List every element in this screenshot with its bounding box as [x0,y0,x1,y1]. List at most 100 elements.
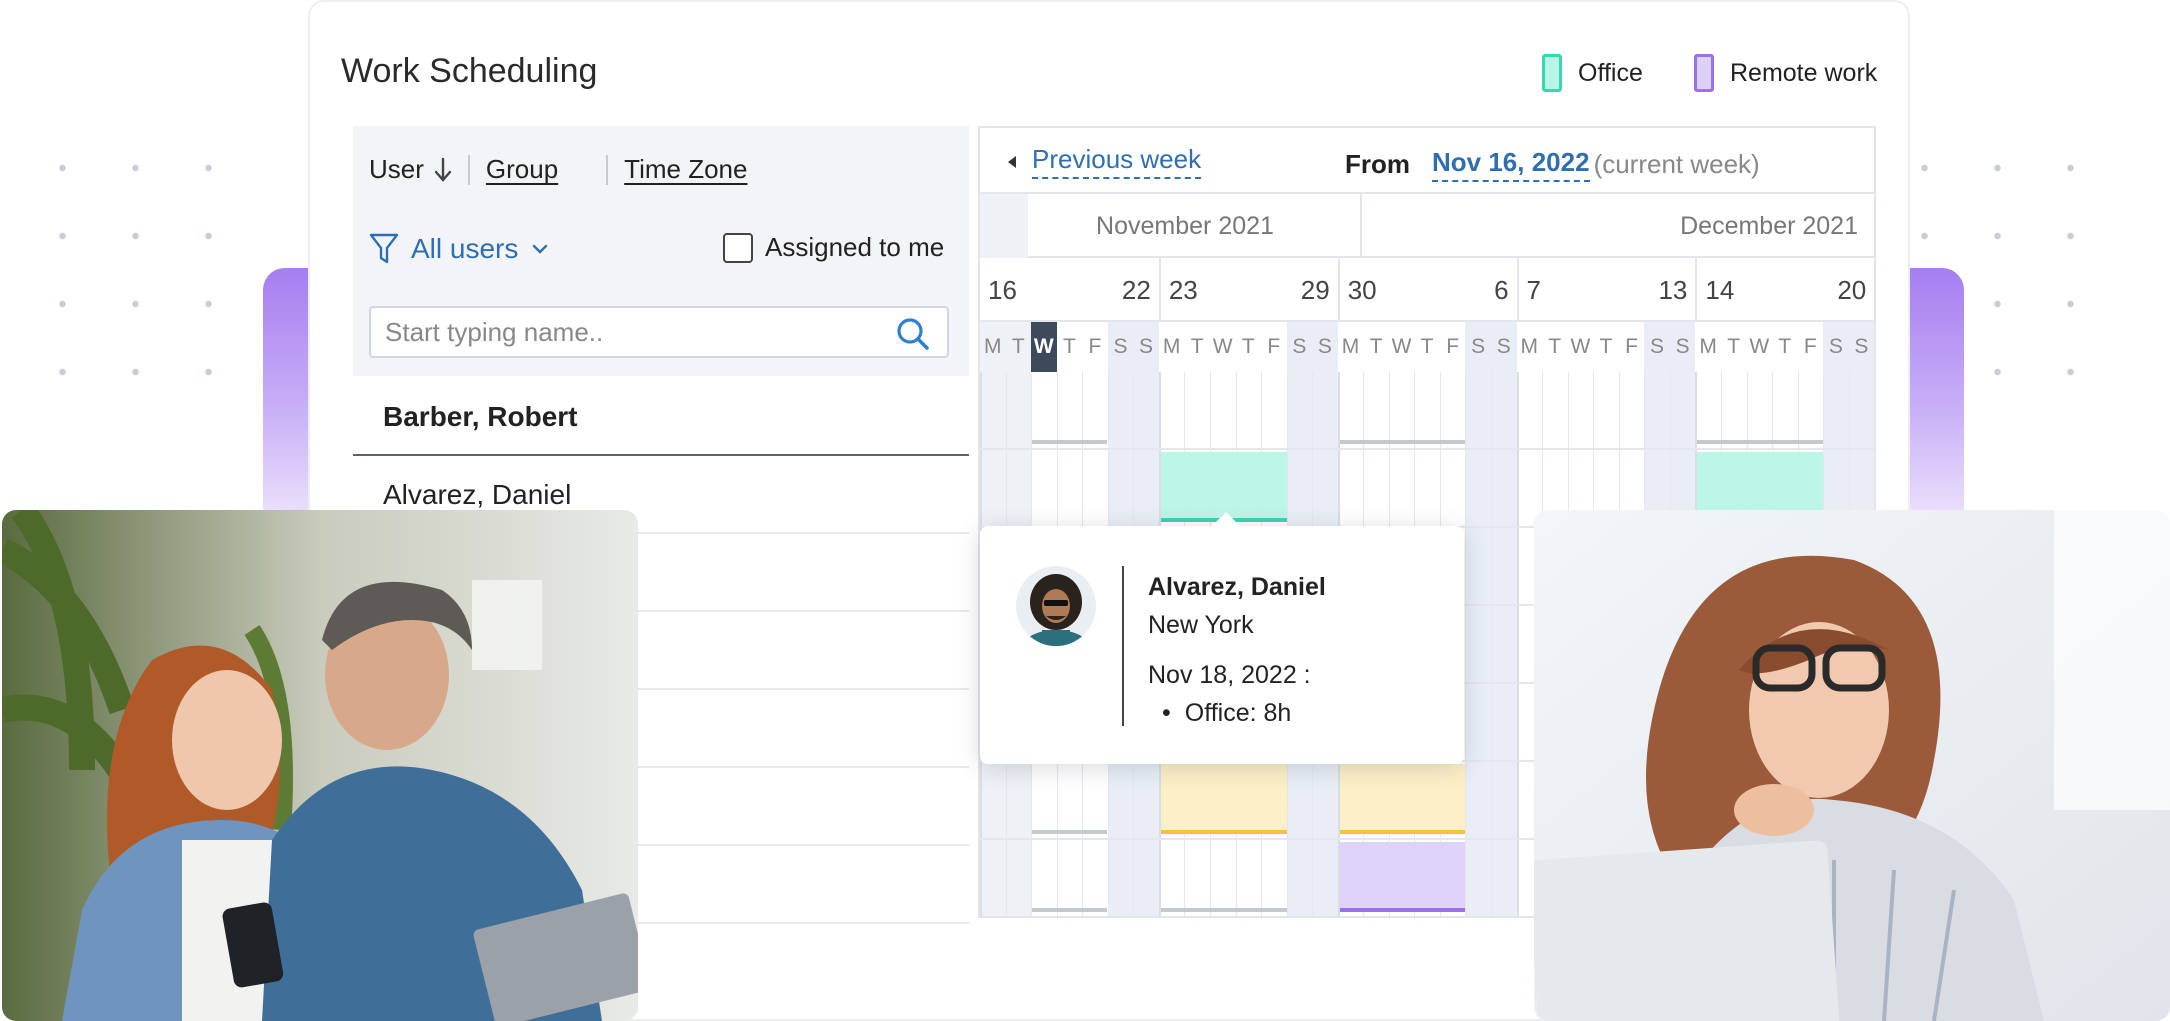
weekday-row: MTWTFSSMTWTFSSMTWTFSSMTWTFSSMTWTFSS [980,322,1874,372]
schedule-tooltip: Alvarez, Daniel New York Nov 18, 2022 : … [980,512,1464,764]
arrow-down-icon [434,157,452,182]
schedule-entry-bar [1339,830,1466,834]
schedule-entry-bar [1339,908,1466,912]
empty-week-bar [1697,440,1824,444]
week-range: 14 20 [1695,258,1874,322]
sort-user-button[interactable]: User [369,154,452,185]
avatar-image [1016,566,1096,646]
schedule-entry[interactable] [1160,764,1287,834]
remote-swatch-icon [1694,54,1714,92]
month-header-left-shade [980,194,1028,258]
current-week-label: (current week) [1593,149,1760,179]
divider [467,154,470,185]
weekday-letter: T [1778,335,1792,358]
weekday-letter: S [1312,322,1338,372]
caret-left-icon [1008,155,1016,168]
weekday-letter: F [1625,335,1638,358]
sort-user-label: User [369,154,424,184]
weekday-letter: S [1107,322,1134,372]
weekday-letter: F [1803,335,1817,358]
colleagues-image [2,510,638,1021]
user-filter-label: All users [411,233,519,264]
assigned-label: Assigned to me [765,232,945,262]
week-end: 20 [1837,275,1867,305]
weekday-letter: W [1570,335,1591,358]
weekday-letter: W [1749,335,1770,358]
office-swatch-icon [1542,54,1562,92]
weekday-letter: F [1446,335,1460,358]
weekday-letter: S [1823,322,1849,372]
page-title: Work Scheduling [341,52,598,90]
user-panel-header: User Group Time Zone All users Assigned … [353,126,969,376]
tooltip-detail-text: Office: 8h [1184,699,1292,727]
user-name: Alvarez, Daniel [383,479,572,510]
user-filter-dropdown[interactable]: All users [369,232,550,266]
sort-timezone-link[interactable]: Time Zone [624,154,747,185]
weekday-letter: M [1699,335,1717,358]
week-end: 6 [1494,275,1509,305]
date-range: From Nov 16, 2022 (current week) [1345,147,1760,182]
schedule-entry[interactable] [1339,842,1466,912]
weekday-letter: T [1190,335,1204,358]
remote-worker-image [1534,510,2170,1021]
empty-week-bar [1339,440,1466,444]
legend-office: Office [1542,54,1643,92]
month-label: November 2021 [1096,211,1274,240]
user-row-barber[interactable]: Barber, Robert [353,380,969,456]
week-ranges: 16 22 23 29 30 6 7 13 14 20 [980,258,1874,322]
tooltip-location: New York [1148,611,1254,639]
empty-week-bar [1032,440,1107,444]
weekday-letter: F [1088,335,1102,358]
weekday-letter: S [1286,322,1313,372]
week-end: 22 [1121,275,1151,305]
week-start: 16 [988,275,1017,305]
week-start: 30 [1347,275,1377,305]
day-column[interactable] [1491,372,1517,916]
empty-week-bar [1032,908,1107,912]
search-icon[interactable] [895,316,931,352]
weekday-letter: T [1548,335,1562,358]
previous-week-button[interactable]: Previous week [1006,144,1202,179]
filter-icon [369,233,399,264]
schedule-entry[interactable] [1339,764,1466,834]
weekday-letter: M [1162,335,1181,358]
photo-colleagues [2,510,638,1021]
weekday-letter: M [980,322,1006,372]
week-range: 30 6 [1337,258,1517,322]
weekday-letter: S [1669,322,1696,372]
month-november: November 2021 [980,194,1362,258]
row-separator [980,448,1874,450]
week-start: 14 [1705,275,1735,305]
photo-remote-worker [1534,510,2170,1021]
assigned-to-me[interactable]: Assigned to me [723,232,944,263]
dot-pattern-left [26,134,256,434]
search-input[interactable]: Start typing name.. [369,306,949,358]
weekday-letter: W [1391,335,1412,358]
bullet: • [1162,699,1171,727]
weekday-letter: S [1465,322,1491,372]
user-name: Barber, Robert [383,401,578,432]
week-end: 13 [1658,275,1688,305]
week-range: 23 29 [1158,258,1338,322]
legend-remote: Remote work [1694,54,1877,92]
tooltip-content: Alvarez, Daniel New York Nov 18, 2022 : … [1148,568,1326,732]
weekday-letter: T [1599,335,1613,358]
week-range: 16 22 [980,258,1159,322]
weekday-letter: F [1267,335,1281,358]
weekday-letter: S [1644,322,1670,372]
sort-group-link[interactable]: Group [486,154,558,185]
weekday-letter: T [1005,322,1032,372]
empty-week-bar [1032,830,1107,834]
weekday-letter: T [1062,335,1076,358]
today-weekday: W [1031,322,1057,372]
legend-remote-label: Remote work [1730,58,1878,87]
sort-bar: User Group Time Zone [369,154,747,185]
tooltip-date: Nov 18, 2022 : [1148,661,1311,689]
day-column[interactable] [1465,372,1491,916]
month-header: November 2021 December 2021 [980,194,1874,258]
legend-office-label: Office [1578,58,1643,87]
weekday-letter: S [1848,322,1874,372]
assigned-checkbox[interactable] [723,232,753,263]
chevron-down-icon [533,244,548,254]
from-date-picker[interactable]: Nov 16, 2022 [1432,147,1590,182]
